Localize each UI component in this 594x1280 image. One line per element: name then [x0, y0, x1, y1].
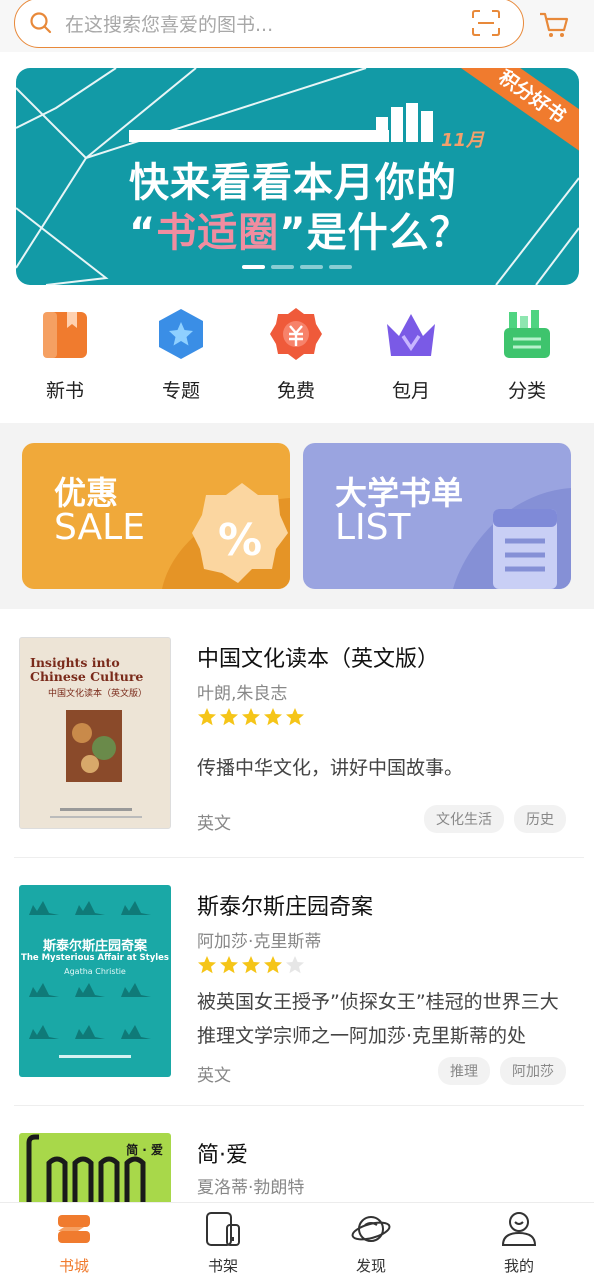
book-desc: 被英国女王授予”侦探女王”桂冠的世界三大推理文学宗师之一阿加莎·克里斯蒂的处 [197, 991, 559, 1047]
book-tag[interactable]: 阿加莎 [500, 1057, 566, 1085]
bookshelf-icon [206, 1212, 240, 1246]
bookstore-icon [58, 1215, 90, 1243]
nav-discover[interactable]: 发现 [331, 1209, 411, 1276]
cover-title-cn: 斯泰尔斯庄园奇案 [42, 939, 147, 954]
category-label: 新书 [45, 380, 84, 402]
category-classify[interactable]: 分类 [477, 300, 577, 403]
crown-icon [387, 314, 435, 356]
nav-bookshelf[interactable]: 书架 [183, 1209, 263, 1276]
banner-highlight: 书适圈 [156, 210, 280, 256]
discover-planet-icon [351, 1216, 391, 1242]
book-rating [197, 955, 305, 975]
profile-icon [501, 1212, 537, 1246]
nav-label: 书城 [58, 1257, 89, 1275]
book-author: 夏洛蒂·勃朗特 [197, 1178, 305, 1198]
book-author: 阿加莎·克里斯蒂 [197, 932, 322, 952]
search-bar: 在这搜索您喜爱的图书... [0, 0, 594, 52]
star-icon [198, 708, 216, 726]
carousel-dot[interactable] [300, 265, 323, 269]
cart-icon[interactable] [538, 10, 570, 40]
book-tag[interactable]: 推理 [438, 1057, 490, 1085]
sale-subtitle: SALE [54, 507, 145, 548]
star-icon [264, 708, 282, 726]
book-cover[interactable]: 简 · 爱 [19, 1133, 171, 1202]
carousel-dot[interactable] [271, 265, 294, 269]
carousel-dot[interactable] [242, 265, 265, 269]
book-title[interactable]: 简·爱 [197, 1137, 248, 1169]
banner-subheadline: “书适圈”是什么？ [129, 200, 471, 258]
nav-label: 我的 [503, 1257, 534, 1275]
promo-banner[interactable]: 积分好书 11月 快来看看本月你的 “书适圈”是什么？ [16, 68, 579, 285]
booklist-subtitle: LIST [335, 507, 411, 548]
cover-art [50, 710, 142, 818]
nav-label: 书架 [207, 1257, 238, 1275]
star-icon [220, 708, 238, 726]
category-label: 专题 [161, 380, 200, 402]
category-topic[interactable]: 专题 [131, 300, 231, 403]
cover-art [29, 901, 151, 1058]
star-icon [264, 956, 282, 974]
book-title[interactable]: 斯泰尔斯庄园奇案 [197, 889, 373, 921]
topic-star-icon [159, 309, 203, 359]
book-language: 英文 [197, 1066, 231, 1086]
divider [14, 1105, 584, 1106]
free-yuan-icon [270, 308, 322, 360]
nav-profile[interactable]: 我的 [479, 1209, 559, 1276]
nav-bookstore[interactable]: 书城 [34, 1209, 114, 1276]
scan-icon[interactable] [471, 9, 501, 37]
search-placeholder: 在这搜索您喜爱的图书... [65, 13, 274, 36]
book-author: 叶朗,朱良志 [197, 684, 288, 704]
book-tag[interactable]: 历史 [514, 805, 566, 833]
nav-label: 发现 [355, 1257, 386, 1275]
book-tags: 推理 阿加莎 [438, 1057, 566, 1085]
star-icon [286, 708, 304, 726]
book-tag[interactable]: 文化生活 [424, 805, 504, 833]
carousel-dot[interactable] [329, 265, 352, 269]
cover-title-cn: 简 · 爱 [126, 1143, 163, 1157]
book-language: 英文 [197, 814, 231, 834]
star-icon [220, 956, 238, 974]
book-desc: 传播中华文化，讲好中国故事。 [197, 757, 464, 779]
book-title[interactable]: 中国文化读本（英文版） [197, 641, 439, 673]
quote-close: ” [279, 210, 307, 256]
book-cover[interactable]: Insights into Chinese Culture 中国文化读本（英文版… [19, 637, 171, 829]
bottom-nav: 书城 书架 发现 我的 [0, 1202, 594, 1280]
category-box-icon [504, 310, 550, 358]
category-new[interactable]: 新书 [15, 300, 115, 403]
star-icon [242, 956, 260, 974]
category-row: 新书 专题 免费 包月 分类 [0, 300, 594, 410]
book-tags: 文化生活 历史 [424, 805, 566, 833]
category-label: 免费 [276, 380, 315, 402]
banner-bar-icon [376, 103, 433, 142]
booklist-card[interactable]: 大学书单 LIST [303, 443, 571, 589]
star-empty-icon [286, 956, 304, 974]
quote-open: “ [129, 210, 157, 256]
search-icon [30, 12, 52, 34]
divider [14, 857, 584, 858]
svg-text:%: % [218, 515, 262, 566]
banner-month: 11月 [441, 130, 485, 151]
category-label: 分类 [507, 380, 546, 402]
banner-rest: 是什么？ [306, 210, 471, 256]
sale-card[interactable]: % 优惠 SALE [22, 443, 290, 589]
new-book-icon [43, 312, 87, 358]
search-input[interactable]: 在这搜索您喜爱的图书... [14, 0, 524, 48]
book-rating [197, 707, 305, 727]
category-label: 包月 [391, 380, 430, 402]
category-monthly[interactable]: 包月 [361, 300, 461, 403]
star-icon [242, 708, 260, 726]
banner-bar [129, 130, 389, 142]
star-icon [198, 956, 216, 974]
cover-author-en: Agatha Christie [64, 967, 126, 976]
cover-title-en: The Mysterious Affair at Styles [21, 953, 169, 963]
book-cover[interactable]: 斯泰尔斯庄园奇案 The Mysterious Affair at Styles… [19, 885, 171, 1077]
carousel-dots[interactable] [242, 265, 352, 269]
category-free[interactable]: 免费 [246, 300, 346, 403]
